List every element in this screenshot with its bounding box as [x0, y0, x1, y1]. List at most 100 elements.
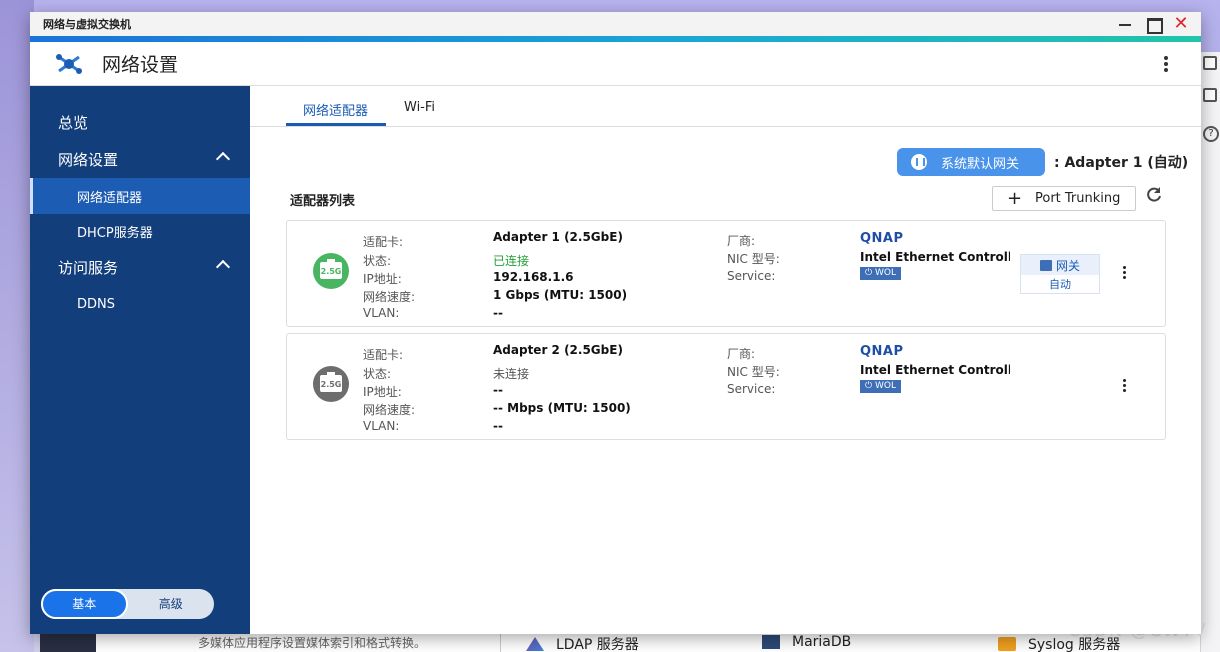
- nic-model-label: NIC 型号:: [727, 252, 780, 266]
- ethernet-port-icon: 2.5G: [313, 253, 349, 289]
- maximize-icon[interactable]: [1145, 16, 1163, 34]
- advanced-mode-option[interactable]: 高级: [128, 589, 215, 619]
- refresh-icon[interactable]: [1145, 186, 1163, 204]
- help-icon[interactable]: ?: [1203, 126, 1219, 142]
- speed-label: 网络速度:: [363, 403, 416, 417]
- title-bar[interactable]: 网络与虚拟交换机 ✕: [30, 12, 1201, 36]
- vendor-logo: QNAP: [860, 231, 904, 246]
- adapter-name: Adapter 1 (2.5GbE): [493, 230, 623, 244]
- sidebar: 总览 网络设置 网络适配器 DHCP服务器 访问服务 DDNS 基本 高级: [30, 86, 250, 634]
- adapter-card[interactable]: 2.5G 适配卡: 状态: IP地址: 网络速度: VLAN: Adapter …: [286, 220, 1166, 327]
- divider: [500, 632, 501, 652]
- speed-label: 网络速度:: [363, 290, 416, 304]
- vendor-label: 厂商:: [727, 234, 756, 248]
- mariadb-icon: [762, 635, 780, 649]
- gateway-tag-label: 网关: [1055, 258, 1080, 273]
- background-panel: [40, 632, 96, 652]
- nic-model-label: NIC 型号:: [727, 365, 780, 379]
- adapter-label: 适配卡:: [363, 348, 404, 362]
- network-settings-icon: [54, 49, 84, 79]
- sidebar-item-label: DDNS: [77, 296, 115, 312]
- close-icon[interactable]: ✕: [1173, 15, 1189, 33]
- port-trunking-button[interactable]: + Port Trunking: [992, 186, 1136, 211]
- mode-toggle[interactable]: 基本 高级: [41, 589, 214, 619]
- minimize-icon[interactable]: [1117, 16, 1133, 32]
- sidebar-item-ddns[interactable]: DDNS: [30, 286, 250, 322]
- sidebar-item-overview[interactable]: 总览: [30, 104, 250, 140]
- gateway-tag[interactable]: 网关 自动: [1020, 254, 1100, 294]
- speed-badge: 2.5G: [320, 372, 342, 392]
- ip-value: 192.168.1.6: [493, 270, 574, 284]
- speed-value: -- Mbps (MTU: 1500): [493, 401, 631, 415]
- background-item-label: MariaDB: [792, 634, 852, 650]
- sidebar-item-access-services[interactable]: 访问服务: [30, 249, 250, 285]
- nic-model-value: Intel Ethernet Controller I: [860, 363, 1010, 377]
- tab-network-adapters[interactable]: 网络适配器: [303, 100, 368, 119]
- vlan-label: VLAN:: [363, 306, 400, 320]
- sidebar-item-label: 总览: [58, 113, 89, 132]
- tab-bar: 网络适配器 Wi-Fi: [250, 86, 1201, 127]
- window-icon[interactable]: [1203, 88, 1217, 102]
- gateway-icon: [1039, 259, 1052, 271]
- adapter-list-title: 适配器列表: [290, 194, 356, 209]
- ip-value: --: [493, 383, 503, 397]
- background-item-ldap[interactable]: LDAP 服务器: [526, 634, 639, 652]
- chevron-up-icon: [215, 259, 231, 275]
- sidebar-item-dhcp-server[interactable]: DHCP服务器: [30, 213, 250, 249]
- sidebar-item-label: 网络设置: [58, 150, 119, 169]
- vlan-value: --: [493, 419, 503, 433]
- port-trunking-label: Port Trunking: [1035, 191, 1121, 206]
- vendor-logo: QNAP: [860, 344, 904, 359]
- wol-badge: ⏻ WOL: [860, 380, 901, 393]
- service-label: Service:: [727, 382, 776, 396]
- nic-model-value: Intel Ethernet Controller I: [860, 250, 1010, 264]
- background-item-mariadb[interactable]: MariaDB: [762, 634, 851, 650]
- default-gateway-label: 系统默认网关: [941, 156, 1020, 172]
- sidebar-item-network-adapters[interactable]: 网络适配器: [30, 178, 250, 214]
- gateway-icon: [911, 154, 927, 170]
- sidebar-item-label: DHCP服务器: [77, 225, 153, 241]
- app-header: 网络设置: [30, 42, 1201, 86]
- window-title: 网络与虚拟交换机: [43, 18, 131, 31]
- desktop-left-strip: [0, 0, 34, 652]
- app-window: 网络与虚拟交换机 ✕ 网络设置 总览 网络设置 网络适配器 DHCP服务器 访问…: [30, 12, 1201, 634]
- sidebar-item-label: 访问服务: [58, 258, 119, 277]
- chevron-up-icon: [215, 151, 231, 167]
- window-icon[interactable]: [1203, 56, 1217, 70]
- app-title: 网络设置: [102, 54, 179, 76]
- adapter-label: 适配卡:: [363, 235, 404, 249]
- wol-badge: ⏻ WOL: [860, 267, 901, 280]
- service-label: Service:: [727, 269, 776, 283]
- gateway-mode-label: 自动: [1049, 278, 1071, 291]
- adapter-menu-icon[interactable]: [1123, 379, 1127, 393]
- tab-wifi[interactable]: Wi-Fi: [404, 100, 435, 115]
- vlan-value: --: [493, 306, 503, 320]
- default-gateway-value: : Adapter 1 (自动): [1054, 155, 1189, 171]
- ethernet-port-icon: 2.5G: [313, 366, 349, 402]
- sidebar-item-network-settings[interactable]: 网络设置: [30, 141, 250, 177]
- window-controls: ✕: [1117, 15, 1189, 34]
- ip-label: IP地址:: [363, 385, 402, 399]
- active-tab-indicator: [286, 123, 386, 126]
- adapter-menu-icon[interactable]: [1123, 266, 1127, 280]
- more-options-icon[interactable]: [1163, 54, 1169, 74]
- ldap-icon: [526, 637, 544, 651]
- wol-label: WOL: [874, 268, 896, 278]
- syslog-icon: [998, 637, 1016, 651]
- basic-mode-option[interactable]: 基本: [41, 589, 128, 619]
- status-label: 状态:: [363, 367, 392, 381]
- plus-icon: +: [1007, 188, 1023, 209]
- vendor-label: 厂商:: [727, 347, 756, 361]
- background-window-right-edge: ?: [1200, 52, 1220, 652]
- status-label: 状态:: [363, 254, 392, 268]
- adapter-card[interactable]: 2.5G 适配卡: 状态: IP地址: 网络速度: VLAN: Adapter …: [286, 333, 1166, 440]
- status-value: 未连接: [493, 367, 530, 381]
- sidebar-item-label: 网络适配器: [77, 190, 143, 206]
- main-content: 网络适配器 Wi-Fi 系统默认网关 : Adapter 1 (自动) 适配器列…: [250, 86, 1201, 634]
- ip-label: IP地址:: [363, 272, 402, 286]
- default-gateway-button[interactable]: 系统默认网关: [897, 148, 1045, 176]
- speed-value: 1 Gbps (MTU: 1500): [493, 288, 628, 302]
- speed-badge: 2.5G: [320, 259, 342, 279]
- background-description: 多媒体应用程序设置媒体索引和格式转换。: [198, 636, 427, 650]
- status-value: 已连接: [493, 254, 530, 268]
